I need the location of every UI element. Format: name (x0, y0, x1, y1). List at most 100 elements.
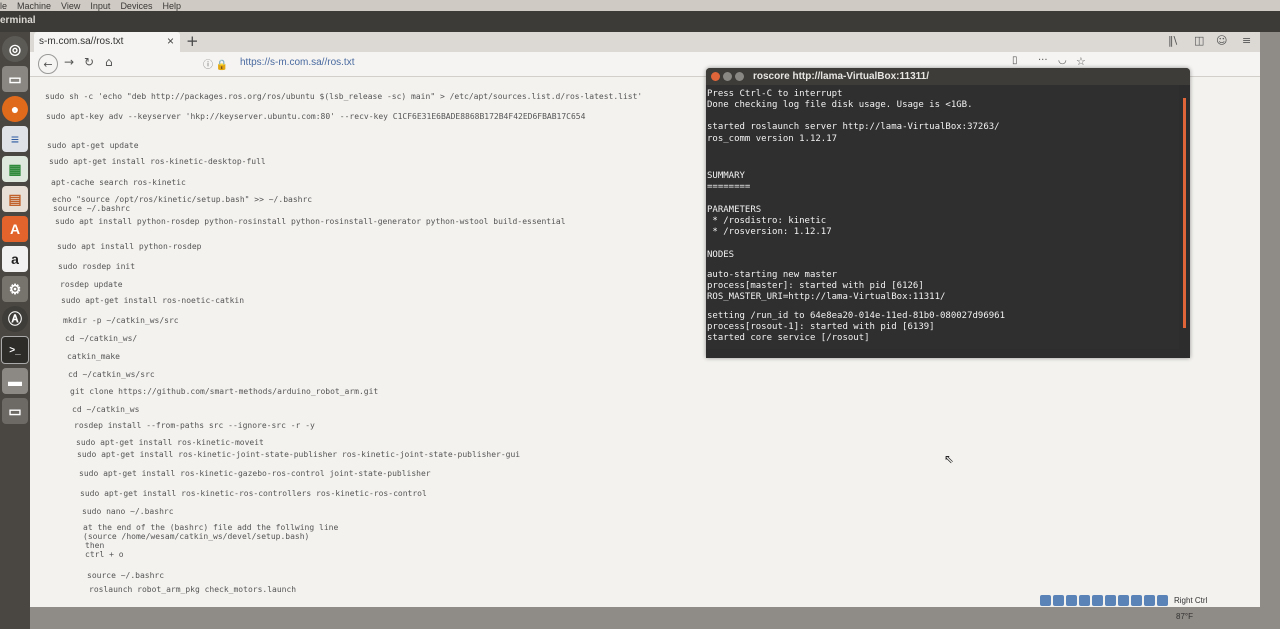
vm-menu-devices[interactable]: Devices (120, 1, 152, 11)
shared-folders-icon[interactable] (1105, 594, 1116, 606)
network-icon[interactable] (1079, 594, 1090, 606)
command-line: sudo apt-get install ros-kinetic-desktop… (49, 157, 266, 166)
command-line: sudo apt-get install ros-noetic-catkin (61, 296, 245, 305)
drive-icon[interactable]: ▬ (2, 368, 28, 394)
trash-icon[interactable]: ▭ (2, 398, 28, 424)
back-icon[interactable]: ← (38, 54, 58, 74)
browser-tab[interactable]: s-m.com.sa//ros.txt × (34, 32, 180, 52)
command-line: cd ~/catkin_ws/src (68, 370, 155, 379)
updater-icon[interactable]: Ⓐ (2, 306, 28, 332)
hdd-icon[interactable] (1040, 594, 1051, 606)
cpu-icon[interactable] (1144, 594, 1155, 606)
settings-icon[interactable]: ⚙ (2, 276, 28, 302)
terminal-line: auto-starting new master (707, 270, 838, 280)
terminal-line: started core service [/rosout] (707, 333, 870, 343)
terminal-line: started roslaunch server http://lama-Vir… (707, 122, 1000, 132)
terminal-title-bar[interactable]: roscore http://lama-VirtualBox:11311/ (706, 68, 1190, 85)
reader-icon[interactable]: ▯ (1012, 55, 1018, 66)
terminal-line: * /rosversion: 1.12.17 (707, 227, 832, 237)
reload-icon[interactable]: ↻ (84, 55, 94, 69)
command-line: sudo sh -c 'echo "deb http://packages.ro… (45, 92, 643, 101)
calc-icon[interactable]: ▦ (2, 156, 28, 182)
terminal-line: NODES (707, 250, 735, 260)
command-line: mkdir -p ~/catkin_ws/src (63, 316, 179, 325)
terminal-window[interactable]: roscore http://lama-VirtualBox:11311/ Pr… (706, 68, 1190, 358)
display-icon[interactable] (1118, 594, 1129, 606)
command-line: sudo apt-get install ros-kinetic-ros-con… (80, 489, 427, 498)
command-line: sudo apt-get update (47, 141, 139, 150)
menu-icon[interactable]: ≡ (1242, 34, 1251, 47)
tab-bar: s-m.com.sa//ros.txt × + ‖\ ◫ ☺ ≡ (30, 32, 1260, 52)
forward-icon[interactable]: → (64, 55, 74, 69)
terminal-line: SUMMARY (707, 171, 745, 181)
command-line: sudo apt-key adv --keyserver 'hkp://keys… (46, 112, 586, 121)
recording-icon[interactable] (1131, 594, 1142, 606)
optical-drive-icon[interactable] (1053, 594, 1064, 606)
files-icon[interactable]: ▭ (2, 66, 28, 92)
maximize-window-icon[interactable] (735, 72, 744, 81)
sidebar-icon[interactable]: ◫ (1194, 34, 1204, 47)
terminal-line: process[master]: started with pid [6126] (707, 281, 924, 291)
terminal-scrollbar[interactable] (1183, 98, 1186, 328)
mouse-integration-icon[interactable] (1157, 594, 1168, 606)
terminal-output[interactable]: Press Ctrl-C to interrupt Done checking … (706, 85, 1179, 349)
impress-icon[interactable]: ▤ (2, 186, 28, 212)
vm-menu-machine[interactable]: Machine (17, 1, 51, 11)
vm-menu-bar: le Machine View Input Devices Help (0, 0, 1280, 11)
command-line: catkin_make (67, 352, 120, 361)
command-line: apt-cache search ros-kinetic (51, 178, 186, 187)
command-line: source ~/.bashrc (87, 571, 165, 580)
vm-status-bar: Right Ctrl (1040, 593, 1240, 607)
writer-icon[interactable]: ≡ (2, 126, 28, 152)
terminal-line: Done checking log file disk usage. Usage… (707, 100, 973, 110)
url-text: https://s-m.com.sa//ros.txt (240, 57, 355, 68)
command-line: then (85, 541, 105, 550)
active-app-title: erminal (0, 15, 36, 26)
minimize-window-icon[interactable] (723, 72, 732, 81)
launcher: ◎ ▭ ● ≡ ▦ ▤ A a ⚙ Ⓐ >_ ▬ ▭ (0, 32, 30, 629)
software-center-icon[interactable]: A (2, 216, 28, 242)
pocket-icon[interactable]: ◡ (1058, 55, 1067, 66)
bookmark-star-icon[interactable]: ☆ (1076, 55, 1086, 68)
terminal-line: process[rosout-1]: started with pid [613… (707, 322, 935, 332)
terminal-line: ros_comm version 1.12.17 (707, 134, 838, 144)
terminal-icon[interactable]: >_ (1, 336, 29, 364)
terminal-line: ======== (707, 182, 751, 192)
library-icon[interactable]: ‖\ (1168, 34, 1177, 47)
terminal-line: setting /run_id to 64e8ea20-014e-11ed-81… (707, 311, 1006, 321)
command-line: git clone https://github.com/smart-metho… (70, 387, 379, 396)
command-line: roslaunch robot_arm_pkg check_motors.lau… (89, 585, 297, 594)
site-info-icon[interactable]: ⓘ 🔒 (203, 56, 228, 71)
page-actions-icon[interactable]: ··· (1038, 55, 1048, 66)
close-tab-icon[interactable]: × (167, 34, 174, 48)
command-line: ctrl + o (85, 550, 124, 559)
command-line: cd ~/catkin_ws/ (65, 334, 138, 343)
dash-icon[interactable]: ◎ (2, 36, 28, 62)
command-line: sudo nano ~/.bashrc (82, 507, 174, 516)
amazon-icon[interactable]: a (2, 246, 28, 272)
command-line: sudo apt-get install ros-kinetic-gazebo-… (79, 469, 431, 478)
close-window-icon[interactable] (711, 72, 720, 81)
new-tab-icon[interactable]: + (186, 32, 199, 50)
command-line: cd ~/catkin_ws (72, 405, 140, 414)
account-icon[interactable]: ☺ (1216, 34, 1227, 47)
vm-menu-help[interactable]: Help (162, 1, 181, 11)
command-line: sudo apt install python-rosdep (57, 242, 202, 251)
audio-icon[interactable] (1066, 594, 1077, 606)
command-line: rosdep install --from-paths src --ignore… (74, 421, 315, 430)
usb-icon[interactable] (1092, 594, 1103, 606)
vm-menu-file[interactable]: le (0, 1, 7, 11)
tab-title: s-m.com.sa//ros.txt (39, 36, 124, 47)
terminal-title: roscore http://lama-VirtualBox:11311/ (753, 71, 929, 82)
firefox-icon[interactable]: ● (2, 96, 28, 122)
vm-menu-input[interactable]: Input (90, 1, 110, 11)
temperature-label: 87°F (1176, 612, 1193, 621)
terminal-line: PARAMETERS (707, 205, 762, 215)
terminal-line: ROS_MASTER_URI=http://lama-VirtualBox:11… (707, 292, 946, 302)
vm-menu-view[interactable]: View (61, 1, 80, 11)
command-line: echo "source /opt/ros/kinetic/setup.bash… (52, 195, 313, 204)
command-line: source ~/.bashrc (53, 204, 131, 213)
terminal-line: * /rosdistro: kinetic (707, 216, 827, 226)
host-key-label: Right Ctrl (1174, 595, 1208, 605)
home-icon[interactable]: ⌂ (105, 55, 113, 69)
